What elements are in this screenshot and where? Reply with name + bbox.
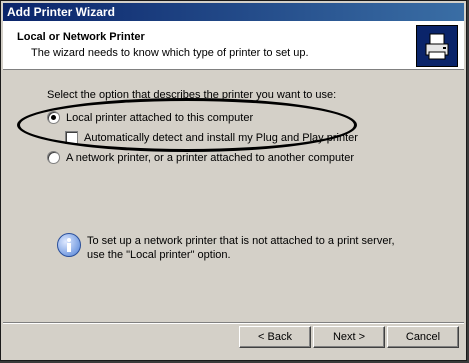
- back-button[interactable]: < Back: [239, 326, 311, 348]
- add-printer-wizard-window: Add Printer Wizard Local or Network Prin…: [0, 0, 467, 361]
- local-printer-radio[interactable]: [47, 111, 60, 124]
- title-bar: Add Printer Wizard: [3, 3, 464, 21]
- plug-and-play-label: Automatically detect and install my Plug…: [84, 131, 358, 144]
- local-printer-option[interactable]: Local printer attached to this computer: [47, 111, 253, 124]
- info-line-1: To set up a network printer that is not …: [87, 235, 395, 247]
- local-printer-label: Local printer attached to this computer: [66, 111, 254, 124]
- footer-divider: [3, 322, 464, 324]
- plug-and-play-option[interactable]: Automatically detect and install my Plug…: [65, 131, 358, 144]
- printer-icon: [416, 25, 458, 67]
- network-printer-label: A network printer, or a printer attached…: [66, 151, 354, 164]
- page-title: Local or Network Printer: [17, 31, 145, 43]
- radio-selected-dot: [51, 115, 56, 120]
- wizard-header: Local or Network Printer The wizard need…: [3, 21, 464, 70]
- option-prompt: Select the option that describes the pri…: [47, 89, 337, 101]
- network-printer-option[interactable]: A network printer, or a printer attached…: [47, 151, 354, 164]
- info-line-2: use the "Local printer" option.: [87, 249, 231, 261]
- page-subtitle: The wizard needs to know which type of p…: [31, 47, 309, 59]
- next-button[interactable]: Next >: [313, 326, 385, 348]
- info-icon: [57, 233, 81, 257]
- plug-and-play-checkbox[interactable]: [65, 131, 78, 144]
- cancel-button[interactable]: Cancel: [387, 326, 459, 348]
- network-printer-radio[interactable]: [47, 151, 60, 164]
- info-message: To set up a network printer that is not …: [87, 234, 395, 262]
- wizard-body: Select the option that describes the pri…: [3, 70, 464, 320]
